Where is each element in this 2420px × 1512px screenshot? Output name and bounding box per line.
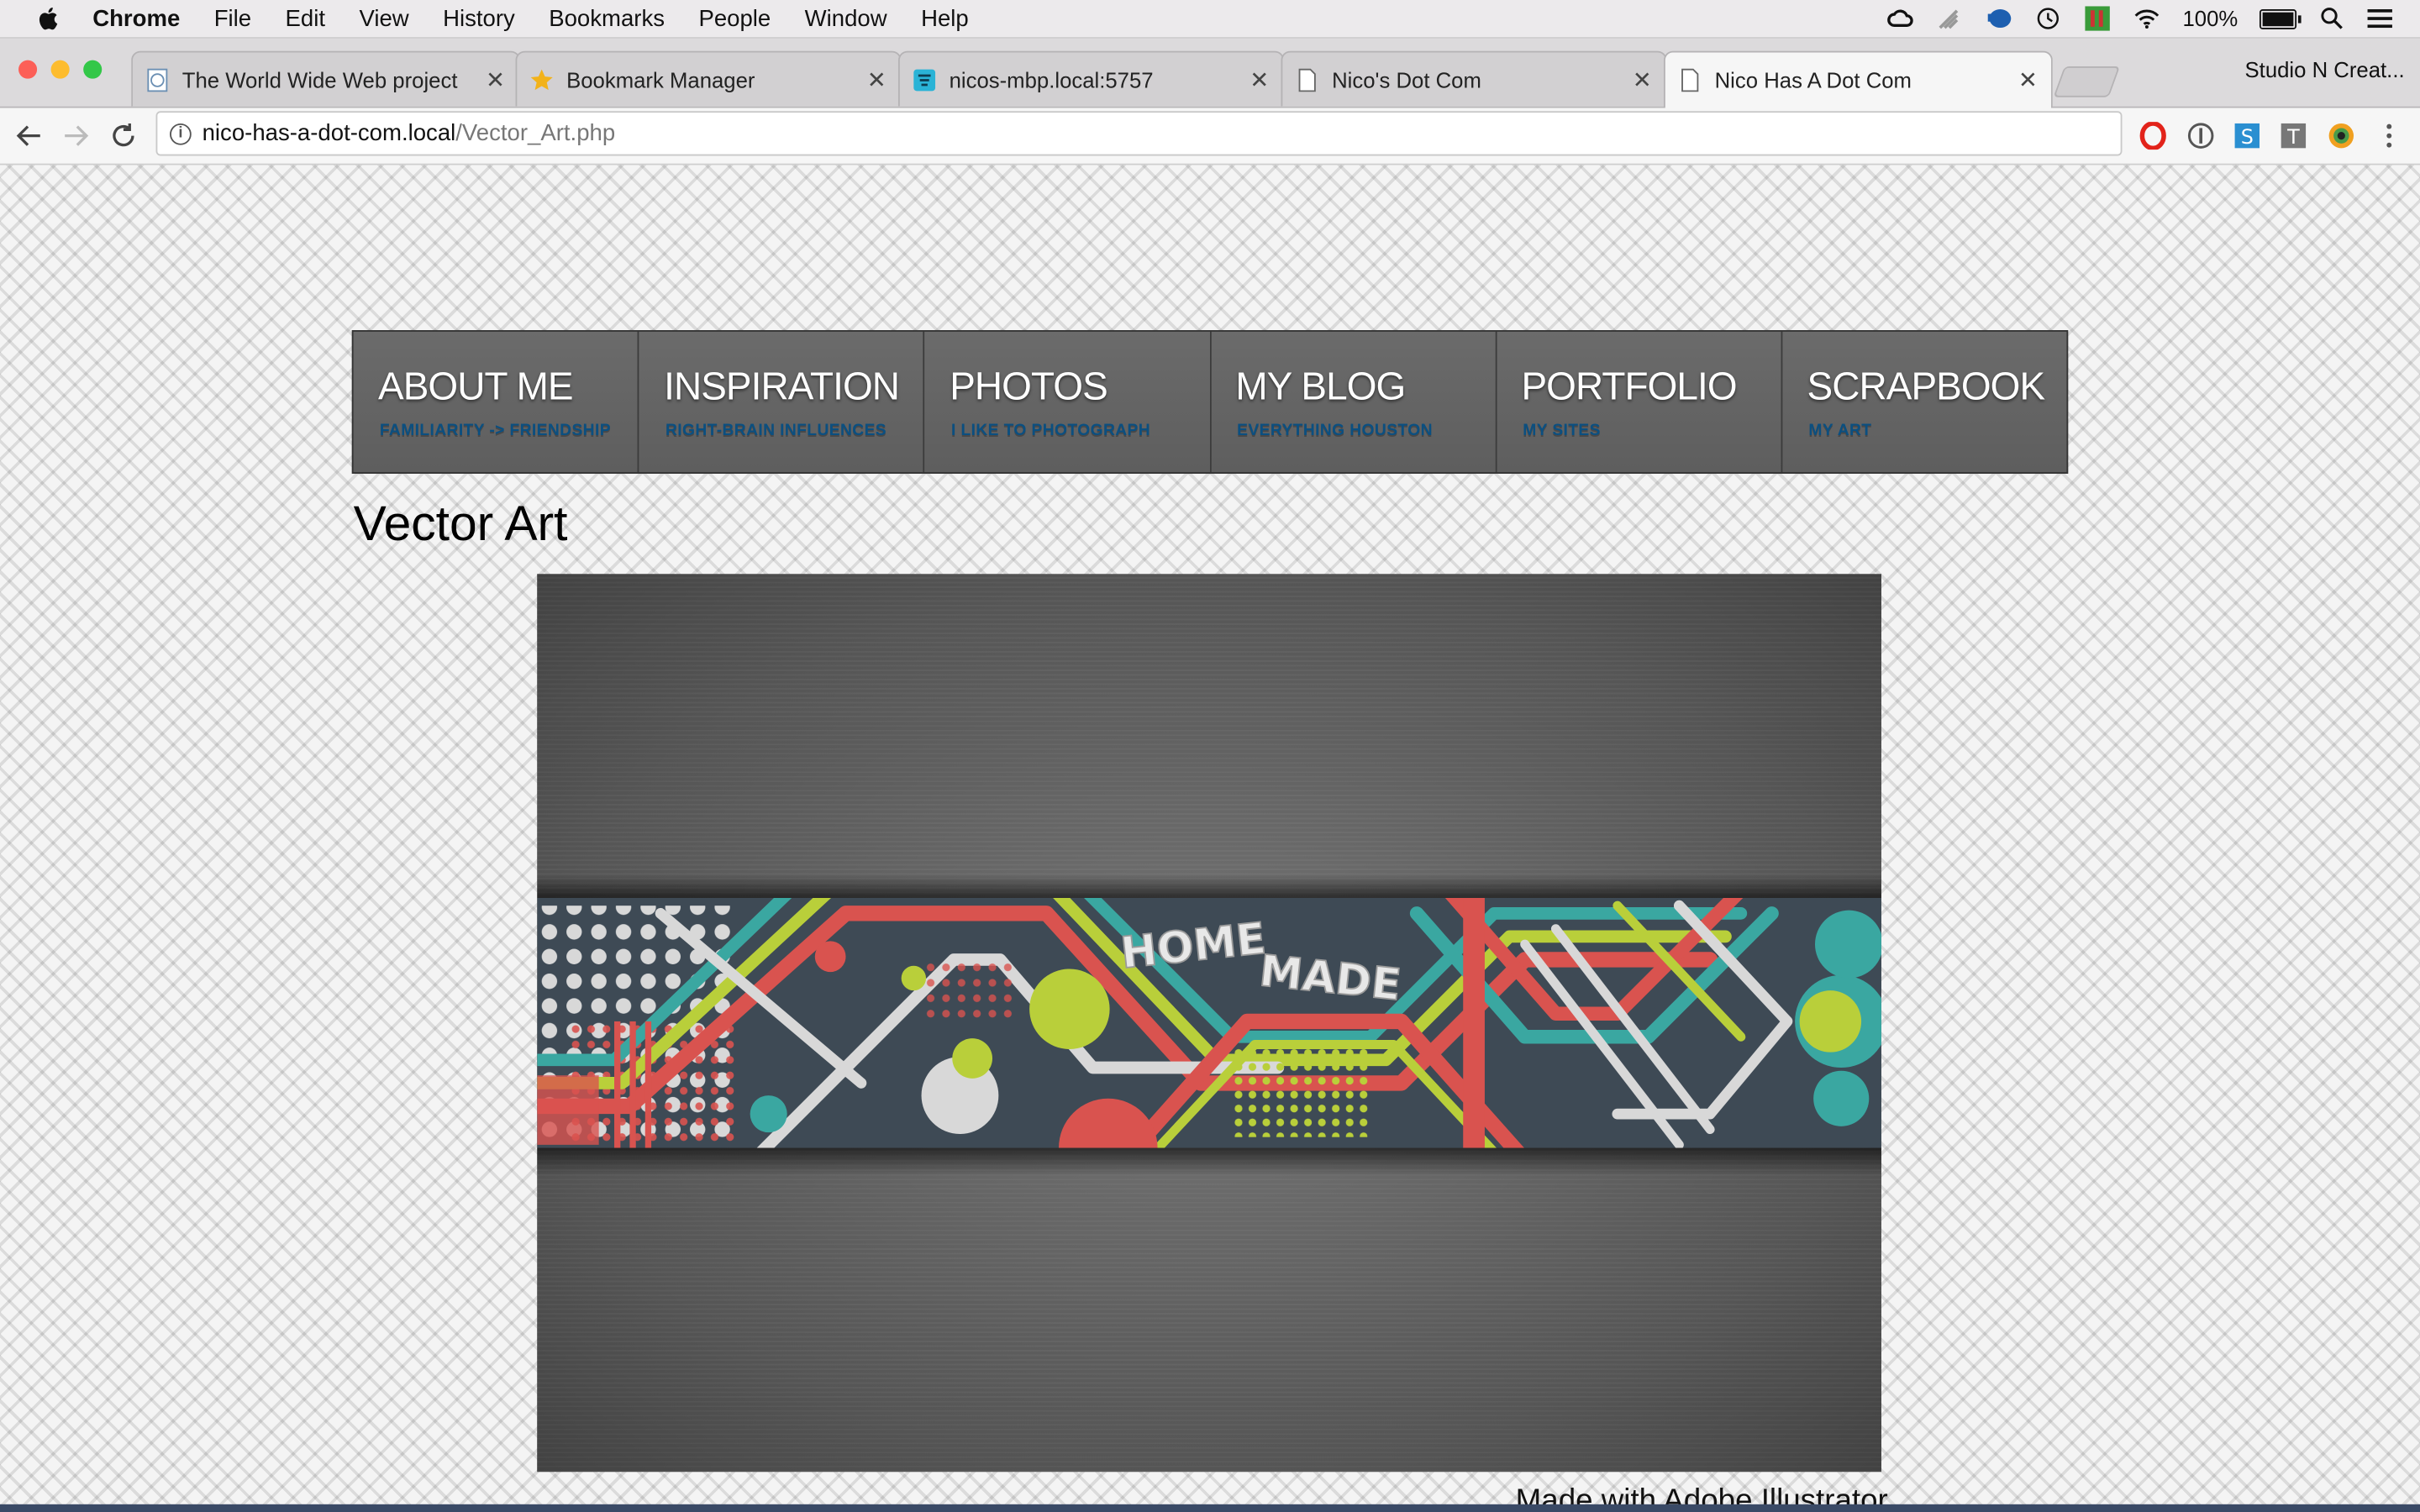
window-controls	[18, 60, 103, 79]
forward-button[interactable]	[60, 120, 92, 151]
vector-art-image: HOME MADE	[537, 574, 1881, 1473]
tab-world-wide-web-project[interactable]: The World Wide Web project ✕	[131, 50, 520, 107]
tab-nicos-dot-com[interactable]: Nico's Dot Com ✕	[1281, 50, 1667, 107]
nav-title: ABOUT ME	[378, 365, 574, 409]
close-tab-icon[interactable]: ✕	[1631, 66, 1653, 93]
creative-cloud-icon[interactable]	[1886, 6, 1914, 30]
svg-text:S: S	[2241, 125, 2254, 149]
nav-title: INSPIRATION	[664, 365, 900, 409]
tab-title: Nico's Dot Com	[1332, 66, 1481, 92]
battery-percentage: 100%	[2182, 6, 2238, 31]
evernote-icon[interactable]	[1985, 6, 2012, 30]
time-machine-icon[interactable]	[2034, 6, 2062, 30]
menu-bookmarks[interactable]: Bookmarks	[549, 5, 665, 31]
menu-edit[interactable]: Edit	[286, 5, 325, 31]
nav-subtitle: MY ART	[1808, 421, 1872, 440]
nav-subtitle: EVERYTHING HOUSTON	[1237, 421, 1433, 440]
page-icon	[1678, 68, 1702, 92]
close-tab-icon[interactable]: ✕	[865, 66, 887, 93]
back-arrow-icon	[16, 125, 40, 146]
dock-edge	[0, 1504, 2420, 1512]
menu-view[interactable]: View	[359, 5, 408, 31]
close-tab-icon[interactable]: ✕	[1249, 66, 1270, 93]
back-button[interactable]	[14, 120, 45, 151]
page-icon	[1295, 67, 1319, 92]
nav-about-me[interactable]: ABOUT ME FAMILIARITY -> FRIENDSHIP	[353, 331, 639, 473]
battery-icon[interactable]	[2259, 8, 2302, 29]
color-picker-extension-icon[interactable]	[2328, 122, 2355, 150]
browser-toolbar: i nico-has-a-dot-com.local/Vector_Art.ph…	[0, 108, 2420, 165]
menu-people[interactable]: People	[698, 5, 771, 31]
nav-photos[interactable]: PHOTOS I LIKE TO PHOTOGRAPH	[924, 331, 1211, 473]
page-title: Vector Art	[353, 495, 568, 551]
nav-title: PHOTOS	[950, 365, 1107, 409]
nav-portfolio[interactable]: PORTFOLIO MY SITES	[1497, 331, 1783, 473]
nav-subtitle: FAMILIARITY -> FRIENDSHIP	[379, 421, 611, 440]
menu-window[interactable]: Window	[805, 5, 887, 31]
close-tab-icon[interactable]: ✕	[485, 66, 507, 93]
spotlight-search-icon[interactable]	[2318, 6, 2346, 30]
menubar-status-area: 100%	[1886, 0, 2392, 37]
profile-button[interactable]: Studio N Creat...	[2245, 57, 2405, 81]
tab-nicos-mbp-local[interactable]: nicos-mbp.local:5757 ✕	[897, 50, 1285, 107]
satellite-icon[interactable]	[1936, 6, 1964, 30]
apple-menu-icon[interactable]	[34, 5, 65, 33]
close-tab-icon[interactable]: ✕	[2018, 66, 2039, 94]
wifi-icon[interactable]	[2133, 6, 2161, 30]
tab-title: Bookmark Manager	[566, 66, 755, 92]
artwork-band	[537, 897, 1881, 1148]
site-navigation: ABOUT ME FAMILIARITY -> FRIENDSHIP INSPI…	[351, 330, 2069, 474]
t-extension-icon[interactable]: T	[2280, 122, 2307, 150]
new-tab-button[interactable]	[2053, 66, 2121, 97]
tab-nico-has-a-dot-com[interactable]: Nico Has A Dot Com ✕	[1664, 50, 2053, 108]
close-window-button[interactable]	[18, 60, 38, 79]
nav-subtitle: MY SITES	[1523, 421, 1601, 440]
svg-text:T: T	[2286, 125, 2300, 149]
chrome-menu-icon[interactable]	[2375, 122, 2403, 150]
tab-title: nicos-mbp.local:5757	[949, 66, 1154, 92]
tab-bookmark-manager[interactable]: Bookmark Manager ✕	[515, 50, 902, 107]
menu-history[interactable]: History	[443, 5, 515, 31]
web-page: ABOUT ME FAMILIARITY -> FRIENDSHIP INSPI…	[0, 165, 2420, 1512]
menu-app-name[interactable]: Chrome	[92, 5, 180, 31]
forward-arrow-icon	[65, 125, 89, 146]
url-path: /Vector_Art.php	[455, 120, 616, 147]
globe-doc-icon	[145, 67, 170, 92]
url-host: nico-has-a-dot-com.local	[202, 120, 456, 147]
nav-subtitle: RIGHT-BRAIN INFLUENCES	[665, 421, 887, 440]
reload-button[interactable]	[108, 120, 139, 151]
zoom-window-button[interactable]	[83, 60, 103, 79]
nav-title: MY BLOG	[1235, 365, 1406, 409]
nav-title: PORTFOLIO	[1521, 365, 1737, 409]
site-icon	[913, 67, 937, 92]
browser-tab-strip: The World Wide Web project ✕ Bookmark Ma…	[0, 38, 2420, 108]
address-bar[interactable]: i nico-has-a-dot-com.local/Vector_Art.ph…	[155, 111, 2123, 156]
opera-extension-icon[interactable]	[2139, 122, 2167, 150]
istat-menu-icon[interactable]	[2084, 6, 2112, 31]
nav-title: SCRAPBOOK	[1807, 365, 2046, 409]
macos-menubar: Chrome File Edit View History Bookmarks …	[0, 0, 2420, 39]
site-info-icon[interactable]: i	[170, 123, 192, 144]
tab-title: The World Wide Web project	[182, 66, 458, 92]
menu-help[interactable]: Help	[921, 5, 969, 31]
minimize-window-button[interactable]	[50, 60, 70, 79]
notification-center-icon[interactable]	[2367, 9, 2392, 29]
nav-inspiration[interactable]: INSPIRATION RIGHT-BRAIN INFLUENCES	[639, 331, 925, 473]
nav-subtitle: I LIKE TO PHOTOGRAPH	[951, 421, 1151, 440]
home-made-artwork: HOME MADE	[537, 874, 1881, 1176]
menu-file[interactable]: File	[214, 5, 251, 31]
nav-my-blog[interactable]: MY BLOG EVERYTHING HOUSTON	[1210, 331, 1497, 473]
password-manager-icon[interactable]	[2187, 122, 2215, 150]
tab-title: Nico Has A Dot Com	[1714, 67, 1912, 93]
s-extension-icon[interactable]: S	[2233, 122, 2261, 150]
nav-scrapbook[interactable]: SCRAPBOOK MY ART	[1782, 331, 2067, 473]
star-icon	[529, 67, 554, 92]
reload-icon	[113, 123, 134, 147]
